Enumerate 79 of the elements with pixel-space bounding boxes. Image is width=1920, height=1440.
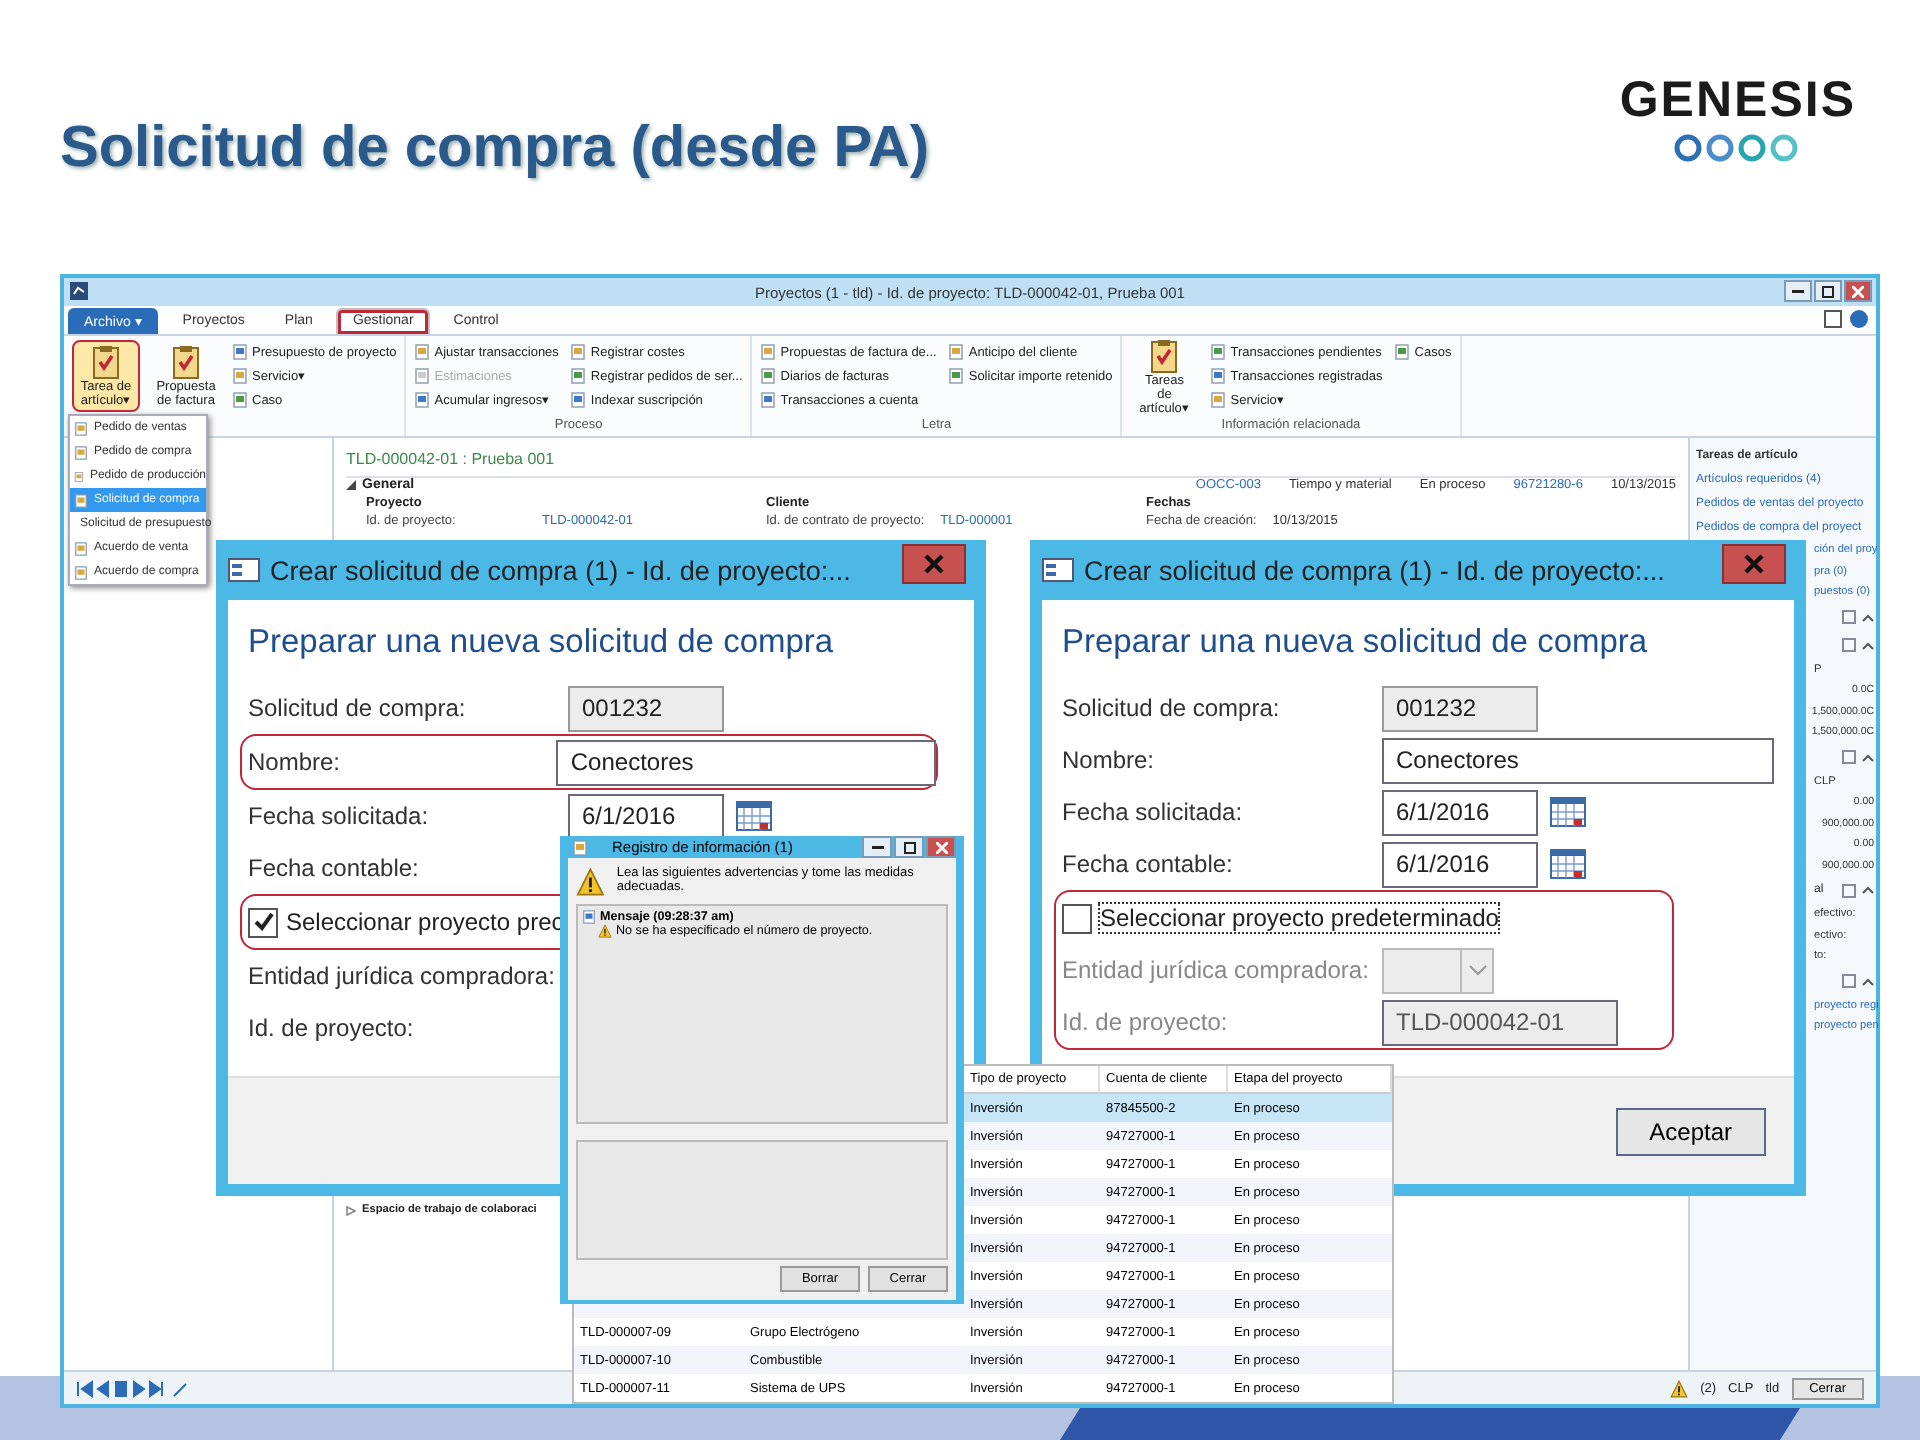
input-field[interactable]: 001232 [568,685,724,731]
close-icon [1744,554,1764,574]
document-icon [1394,344,1411,360]
close-button[interactable] [926,836,956,858]
help-icon[interactable] [1850,310,1868,328]
checkbox-label[interactable]: Seleccionar proyecto predeterminado [1100,904,1499,932]
panel-icon[interactable] [1842,750,1856,764]
chevron-up-icon[interactable] [1862,753,1874,761]
form-icon [228,558,260,582]
clipboard-icon [168,344,204,380]
field-label: Nombre: [248,748,343,776]
accept-button[interactable]: Aceptar [1615,1107,1766,1155]
dialog-heading: Preparar una nueva solicitud de compra [248,624,836,662]
field-label: Id. de proyecto: [1062,1008,1230,1036]
panel-icon[interactable] [1824,310,1842,328]
close-icon [935,841,947,853]
input-field[interactable]: Conectores [556,739,936,785]
field-label: Entidad jurídica compradora: [248,962,557,990]
input-field[interactable]: 6/1/2016 [568,793,724,839]
close-button[interactable] [1844,280,1872,302]
input-field[interactable]: 001232 [1382,685,1538,731]
calendar-icon[interactable] [736,800,772,832]
logo-circles-drawing [1673,134,1802,162]
field-label: Id. de proyecto: [248,1014,416,1042]
close-button[interactable] [1722,544,1786,584]
calendar-icon[interactable] [1550,796,1586,828]
chevron-up-icon[interactable] [1862,613,1874,621]
maximize-icon [1822,285,1834,297]
form-icon [1042,558,1074,582]
warning-icon [576,866,605,898]
warning-icon [598,924,612,938]
field-label: Fecha contable: [248,854,421,882]
close-button[interactable] [902,544,966,584]
input-field[interactable]: 6/1/2016 [1382,789,1538,835]
dialog-title: Crear solicitud de compra (1) - Id. de proyecto:... [270,555,851,585]
field-label: Solicitud de compra: [248,694,468,722]
close-icon [924,554,944,574]
dialog-heading: Preparar una nueva solicitud de compra [1062,624,1650,662]
app-icon [70,282,88,300]
input-field[interactable]: 6/1/2016 [1382,841,1538,887]
expanded-triangle-icon[interactable] [346,480,356,490]
field-label: Nombre: [1062,746,1157,774]
record-title: TLD-000042-01 : Prueba 001 [346,446,1676,478]
clipboard-icon [1146,337,1183,373]
input-field[interactable]: Conectores [1382,737,1774,783]
checkmark-icon [251,910,275,934]
clipboard-icon [88,344,124,380]
dropdown-field[interactable] [1382,947,1494,993]
message-icon [582,910,596,924]
maximize-icon [903,841,915,853]
logo-text: GENESIS [1619,72,1856,130]
window-icon [572,839,588,855]
chevron-up-icon[interactable] [1862,886,1874,894]
bell-icon [1670,1379,1689,1397]
chevron-up-icon[interactable] [1862,977,1874,985]
slide-title: Solicitud de compra (desde PA) [60,116,930,182]
maximize-button[interactable] [894,836,924,858]
document-icon [74,469,84,483]
field-label: Solicitud de compra: [1062,694,1282,722]
field-label: Entidad jurídica compradora: [1062,956,1371,984]
field-label: Fecha solicitada: [248,802,431,830]
chevron-up-icon[interactable] [1862,641,1874,649]
maximize-button[interactable] [1814,280,1842,302]
minimize-button[interactable] [1784,280,1812,302]
document-icon [74,493,88,507]
minimize-icon [871,845,883,849]
calendar-icon[interactable] [1550,848,1586,880]
panel-icon[interactable] [1842,974,1856,988]
chevron-down-icon [1460,949,1492,991]
dialog-title: Crear solicitud de compra (1) - Id. de proyecto:... [1084,555,1665,585]
field-label: Fecha contable: [1062,850,1235,878]
checkbox[interactable] [1062,903,1092,933]
minimize-button[interactable] [862,836,892,858]
collapsed-triangle-icon[interactable] [346,1205,356,1215]
checkbox[interactable] [248,907,278,937]
close-icon [1852,285,1864,297]
field-label: Fecha solicitada: [1062,798,1245,826]
panel-icon[interactable] [1842,883,1856,897]
minimize-icon [1792,289,1804,293]
